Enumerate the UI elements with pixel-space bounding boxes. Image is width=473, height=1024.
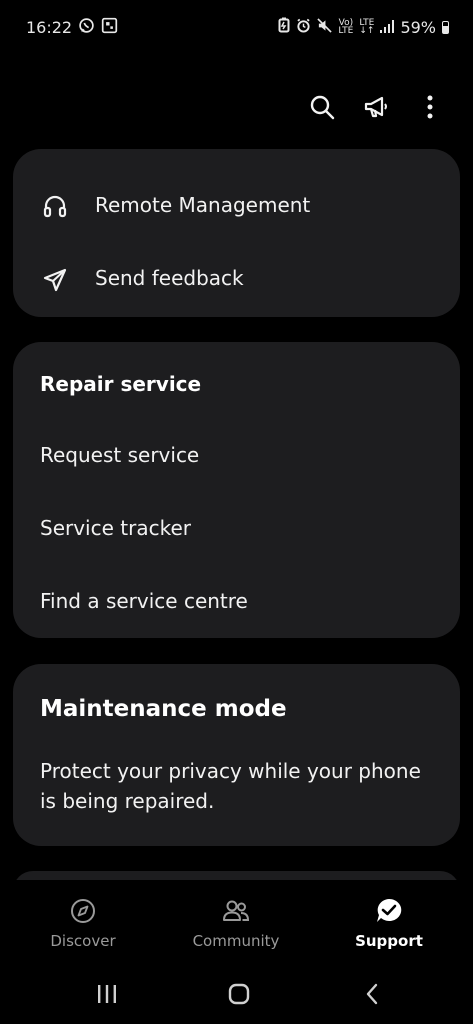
maintenance-mode-card[interactable]: Maintenance mode Protect your privacy wh… [13,664,460,846]
scan-app-icon [101,17,118,38]
search-icon[interactable] [309,92,335,122]
volte-lte-text: LTE [338,26,354,36]
lte-indicator: LTE ↓↑ [359,19,375,36]
battery-percent: 59% [400,17,436,37]
recent-apps-icon[interactable] [92,979,122,1009]
remote-management-link[interactable]: Remote Management [95,193,310,217]
top-actions [309,92,443,122]
nav-discover[interactable]: Discover [13,896,153,950]
send-icon [40,265,70,295]
battery-saver-icon [278,17,290,37]
bottom-navigation: Discover Community Support [0,880,473,960]
home-icon[interactable] [224,979,254,1009]
more-vertical-icon[interactable] [417,92,443,122]
battery-icon [442,20,449,34]
back-icon[interactable] [357,979,387,1009]
signal-icon [380,18,395,37]
service-tracker-item[interactable]: Service tracker [40,516,191,540]
nav-support-label: Support [355,932,423,950]
repair-service-card: Repair service Request service Service t… [13,342,460,638]
maintenance-mode-title: Maintenance mode [40,696,287,722]
nav-community[interactable]: Community [166,896,306,950]
request-service-item[interactable]: Request service [40,443,199,467]
status-bar: 16:22 Vo) LTE LTE ↓↑ 59% [0,0,473,56]
repair-service-title: Repair service [40,372,202,396]
support-chat-icon [374,896,404,926]
send-feedback-link[interactable]: Send feedback [95,266,244,290]
status-right: Vo) LTE LTE ↓↑ 59% [278,17,449,37]
whatsapp-icon [78,17,95,38]
headset-icon [40,192,70,222]
find-service-centre-item[interactable]: Find a service centre [40,589,248,613]
compass-icon [68,896,98,926]
status-time: 16:22 [26,18,73,37]
support-screen: 16:22 Vo) LTE LTE ↓↑ 59% Remote Manageme… [0,0,473,1024]
quick-links-card: Remote Management Send feedback [13,149,460,317]
status-left: 16:22 [26,17,118,38]
nav-community-label: Community [192,932,280,950]
maintenance-mode-description: Protect your privacy while your phone is… [40,759,421,813]
system-navigation [0,965,473,1024]
people-icon [221,896,251,926]
data-arrows-icon: ↓↑ [359,26,375,36]
nav-discover-label: Discover [50,932,116,950]
mute-icon [317,17,333,37]
nav-support[interactable]: Support [319,896,459,950]
megaphone-icon[interactable] [363,92,389,122]
volte-indicator: Vo) LTE [338,19,354,36]
alarm-icon [296,18,311,37]
